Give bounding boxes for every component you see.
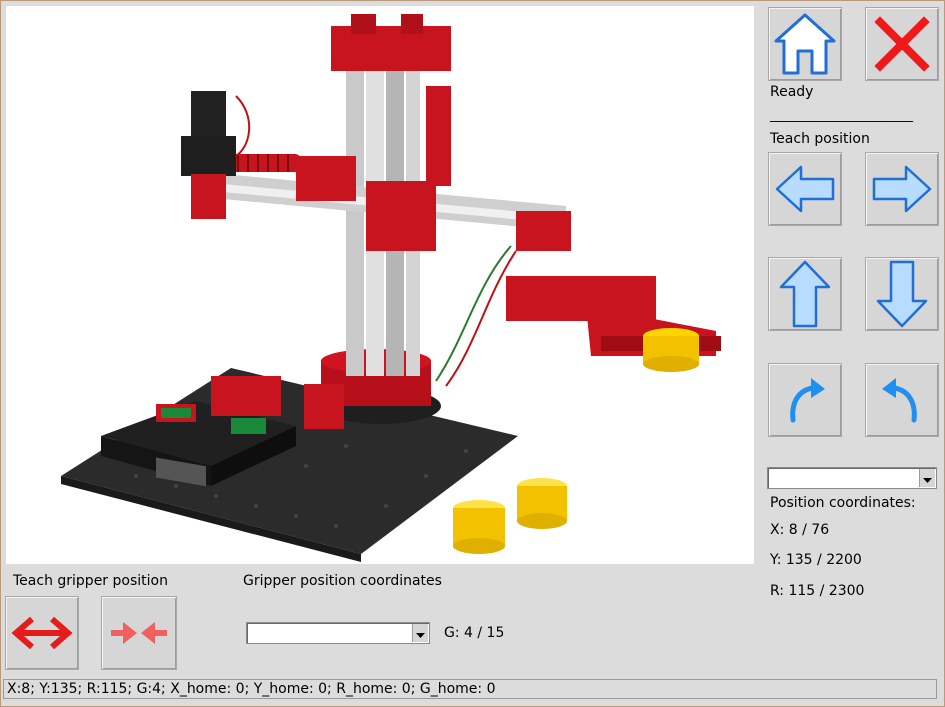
move-left-button[interactable] [768, 152, 842, 226]
move-right-button[interactable] [865, 152, 939, 226]
close-icon [874, 16, 930, 72]
divider-line: ______________________ [770, 108, 913, 123]
rotate-right-button[interactable] [768, 363, 842, 437]
position-coordinates-label: Position coordinates: [770, 495, 916, 511]
rotate-left-icon [882, 378, 917, 423]
gripper-open-icon [11, 616, 73, 650]
robot-illustration [61, 14, 721, 562]
close-button[interactable] [865, 7, 939, 81]
rotate-left-button[interactable] [865, 363, 939, 437]
gripper-open-button[interactable] [5, 596, 79, 670]
move-down-button[interactable] [865, 257, 939, 331]
gripper-coordinate: G: 4 / 15 [444, 625, 505, 641]
teach-position-label: Teach position [770, 131, 870, 147]
chevron-down-icon[interactable] [919, 469, 935, 487]
rotate-right-icon [790, 378, 825, 423]
gripper-select-value [247, 627, 250, 641]
arrow-down-icon [876, 260, 928, 328]
y-coordinate: Y: 135 / 2200 [770, 552, 862, 568]
position-select[interactable] [767, 467, 937, 489]
gripper-coordinates-label: Gripper position coordinates [243, 573, 442, 589]
home-icon [774, 13, 836, 75]
home-button[interactable] [768, 7, 842, 81]
status-label: Ready [770, 84, 814, 100]
arrow-up-icon [779, 260, 831, 328]
robot-image [6, 6, 754, 564]
status-bar: X:8; Y:135; R:115; G:4; X_home: 0; Y_hom… [3, 679, 937, 699]
gripper-select[interactable] [246, 622, 430, 644]
teach-gripper-label: Teach gripper position [13, 573, 168, 589]
move-up-button[interactable] [768, 257, 842, 331]
x-coordinate: X: 8 / 76 [770, 522, 830, 538]
arrow-right-icon [872, 165, 932, 213]
arrow-left-icon [775, 165, 835, 213]
position-select-value [768, 472, 771, 486]
chevron-down-icon[interactable] [412, 624, 428, 642]
gripper-close-icon [111, 622, 167, 644]
gripper-close-button[interactable] [101, 596, 177, 670]
r-coordinate: R: 115 / 2300 [770, 583, 865, 599]
